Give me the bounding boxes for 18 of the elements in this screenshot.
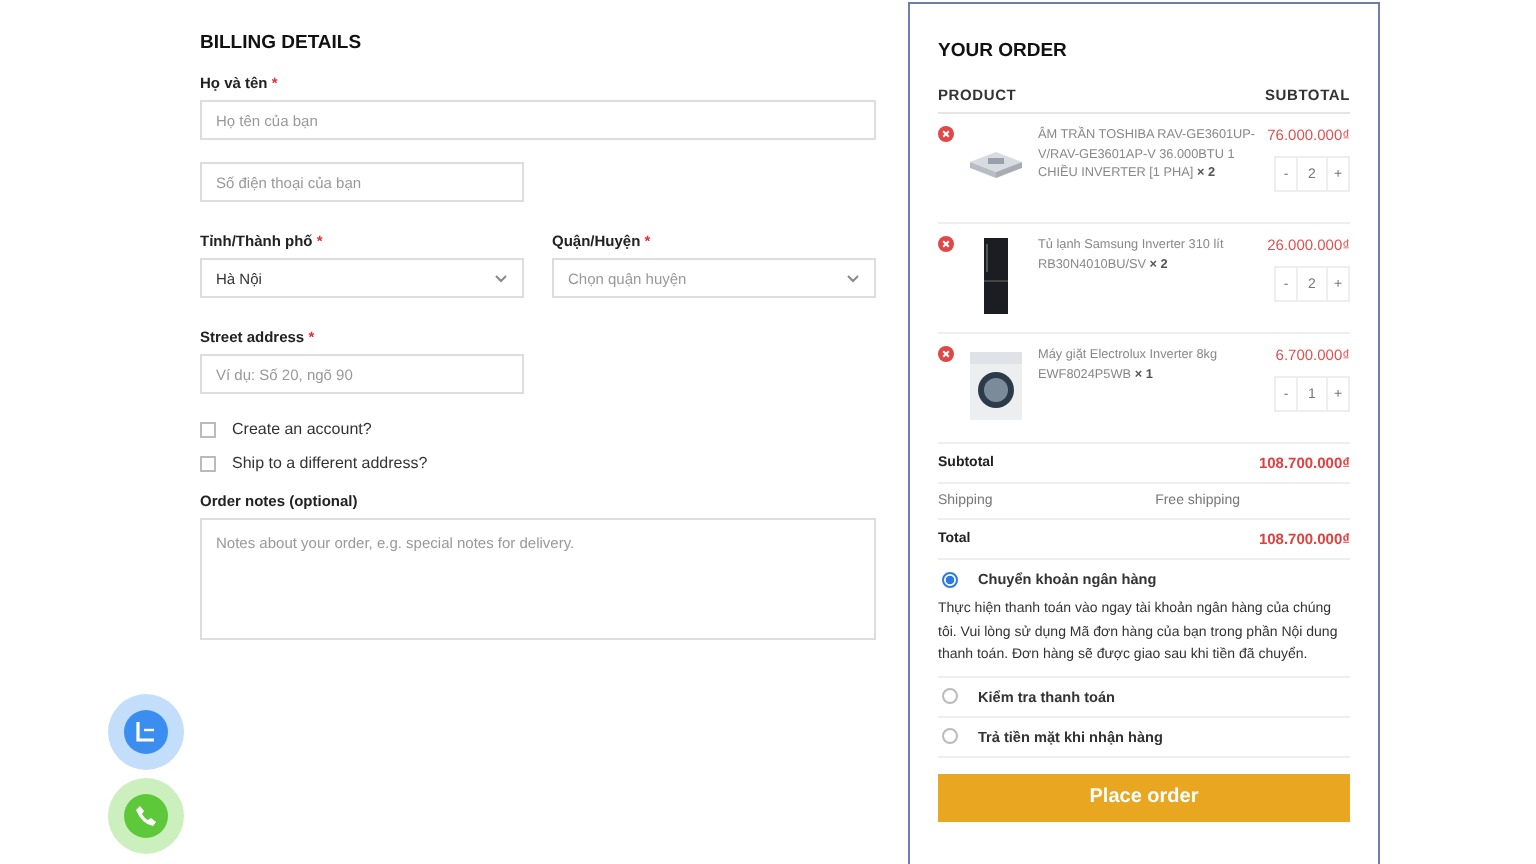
section-title: YOUR ORDER: [938, 40, 1069, 62]
radio-button[interactable]: [942, 728, 958, 744]
phone-icon: [134, 804, 158, 828]
chevron-down-icon: [846, 273, 860, 283]
chevron-down-icon: [494, 273, 508, 283]
remove-icon[interactable]: [938, 346, 954, 362]
checkbox[interactable]: [200, 455, 216, 471]
checkbox-label[interactable]: Ship to a different address?: [232, 454, 428, 472]
checkbox-label[interactable]: Create an account?: [232, 420, 372, 438]
remove-icon[interactable]: [938, 126, 954, 142]
radio-button[interactable]: [942, 688, 958, 704]
checkbox[interactable]: [200, 421, 216, 437]
section-title: BILLING DETAILS: [200, 32, 364, 54]
call-button[interactable]: [108, 778, 184, 854]
chat-button[interactable]: [108, 694, 184, 770]
radio-button[interactable]: [942, 571, 958, 587]
chat-icon: [134, 720, 158, 744]
remove-icon[interactable]: [938, 236, 954, 252]
